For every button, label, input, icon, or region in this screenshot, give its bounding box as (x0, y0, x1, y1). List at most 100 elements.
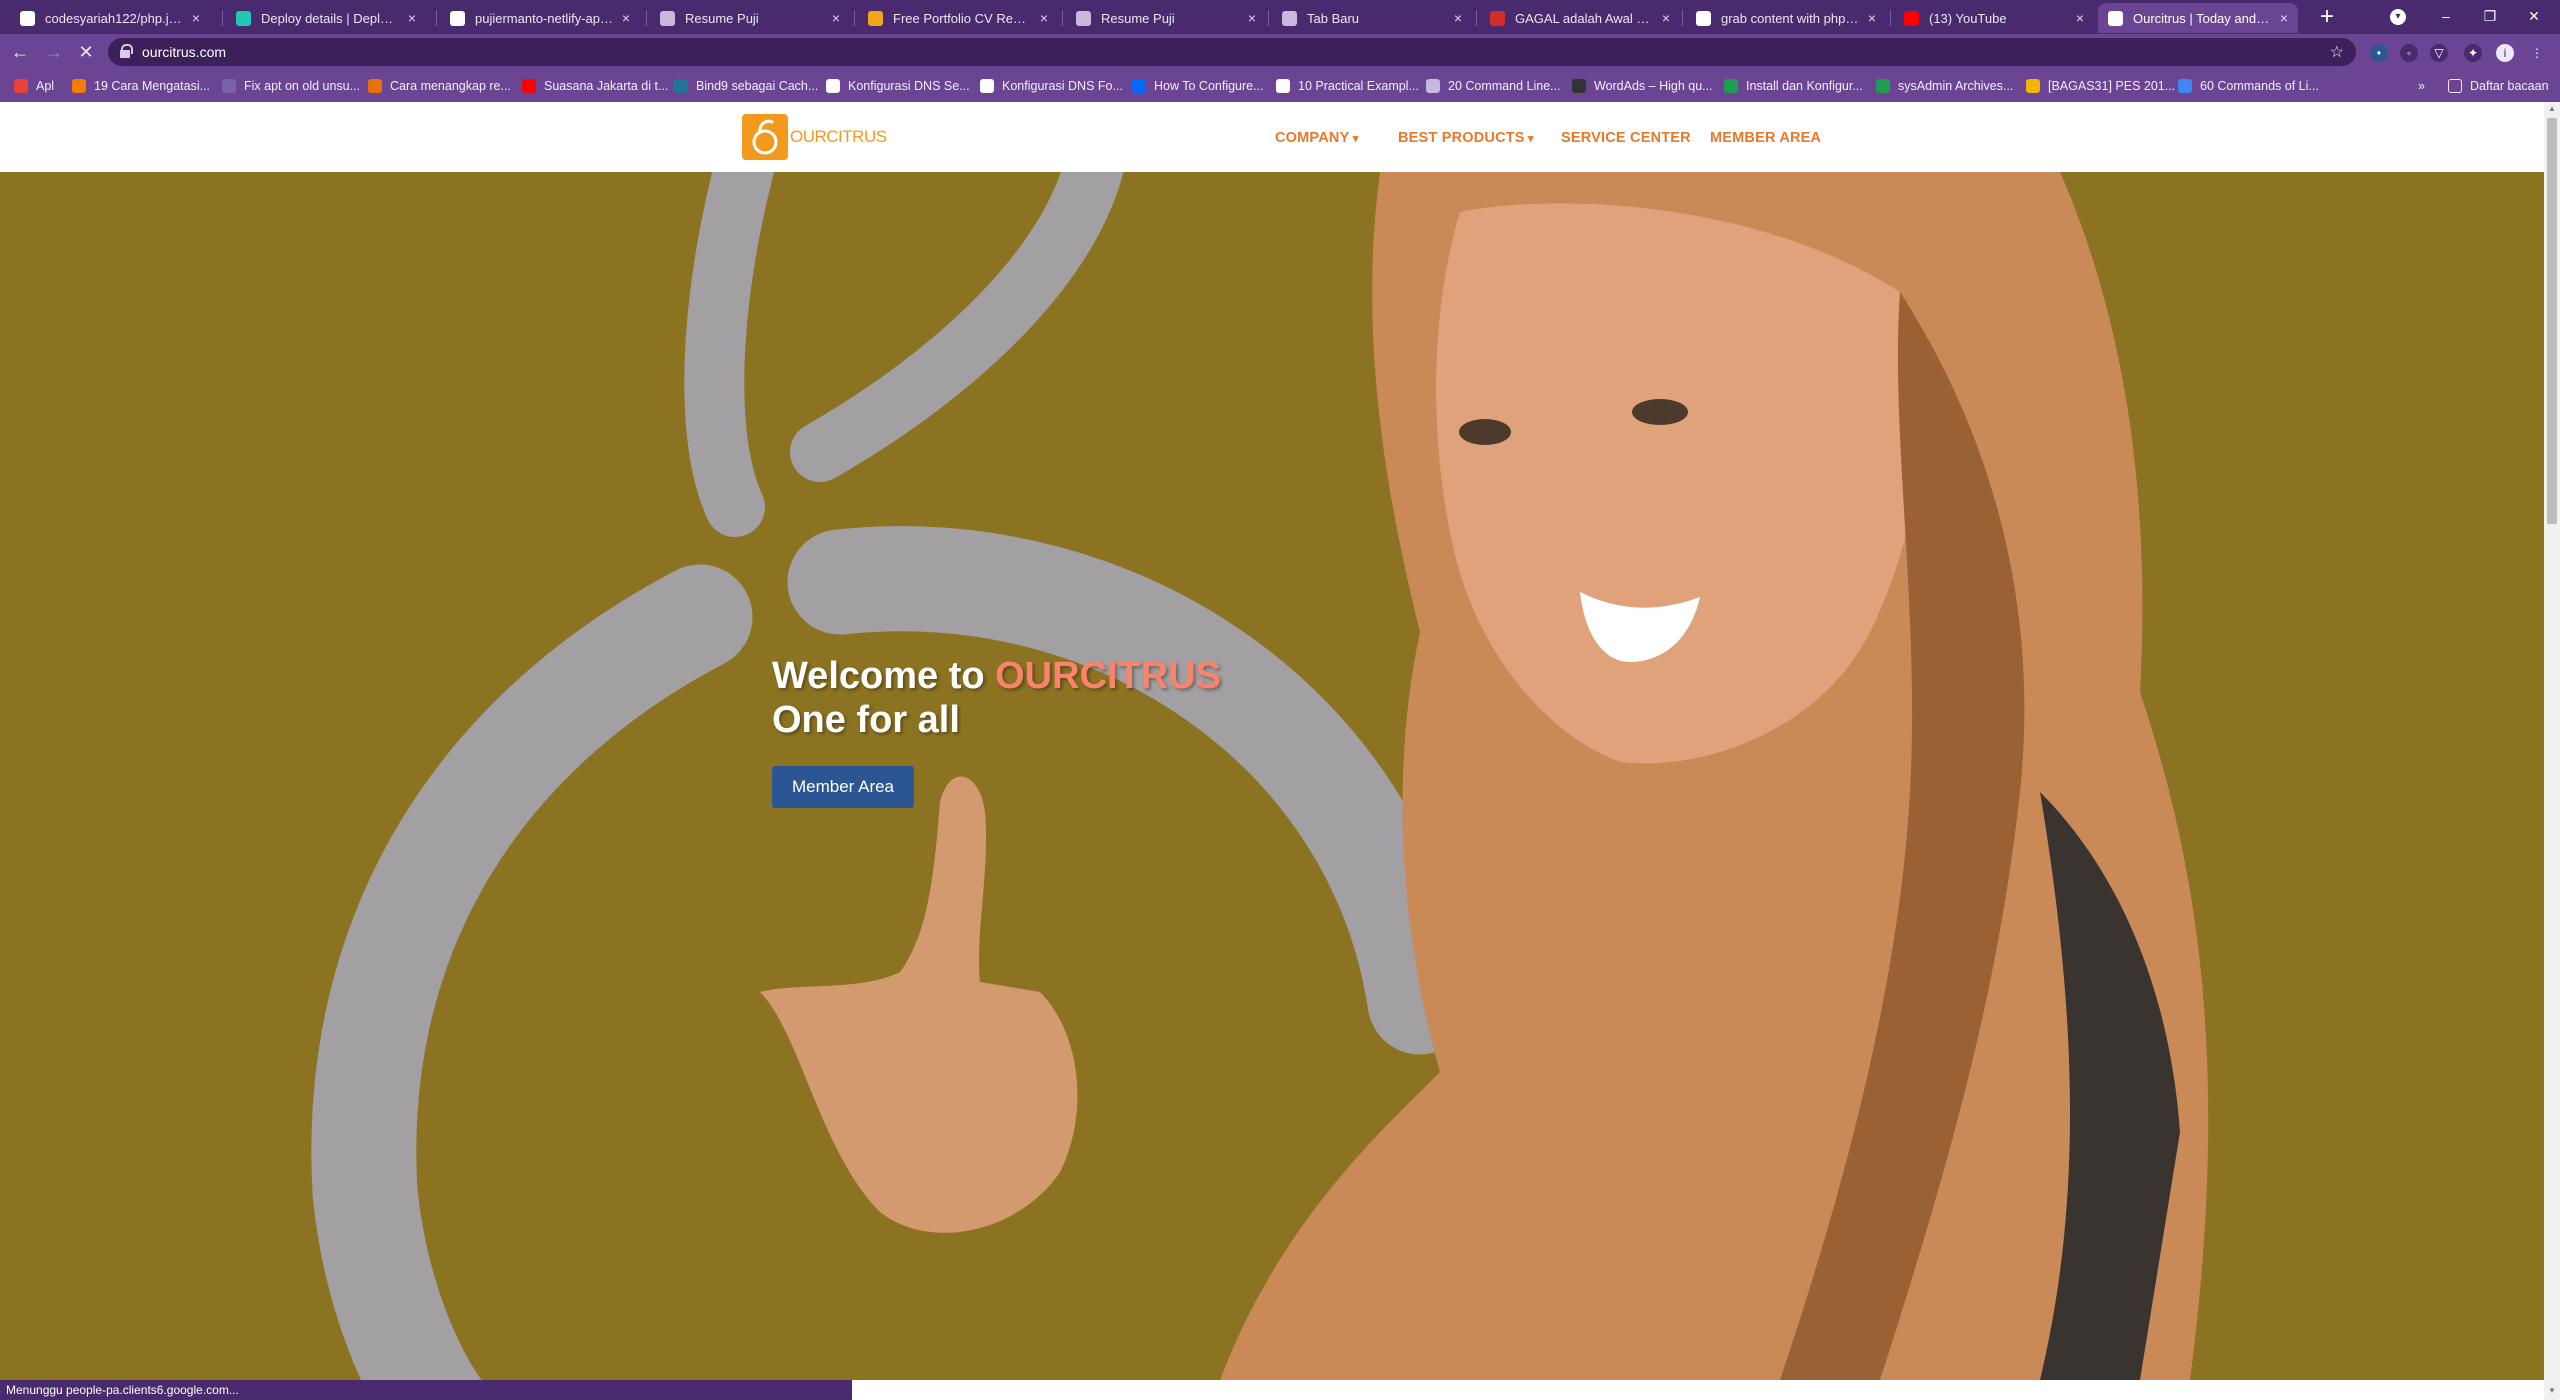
browser-tab[interactable]: Resume Puji × (650, 3, 850, 33)
tab-close-icon[interactable]: × (408, 10, 416, 26)
tab-separator (1062, 10, 1063, 26)
lock-icon[interactable] (120, 44, 133, 58)
tab-close-icon[interactable]: × (622, 10, 630, 26)
extension-icon-2[interactable]: ◦ (2400, 44, 2418, 62)
member-area-button[interactable]: Member Area (772, 766, 914, 808)
tab-title: Resume Puji (1101, 10, 1175, 26)
browser-tab[interactable]: Ourcitrus | Today and Future × (2098, 3, 2298, 33)
minimize-button[interactable]: – (2424, 4, 2468, 28)
tab-close-icon[interactable]: × (1248, 10, 1256, 26)
page-scrollbar[interactable]: ▲ ▼ (2544, 102, 2560, 1400)
bookmark-label: 20 Command Line... (1448, 79, 1561, 93)
window-close-button[interactable]: ✕ (2512, 4, 2556, 28)
tab-favicon-icon (1076, 10, 1091, 26)
url-text[interactable]: ourcitrus.com (142, 44, 226, 60)
bookmark-label: Fix apt on old unsu... (244, 79, 361, 93)
tab-close-icon[interactable]: × (1454, 10, 1462, 26)
bookmark-item[interactable]: Suasana Jakarta di t... (522, 77, 668, 95)
tab-title: codesyariah122/php.jpg at... (45, 10, 184, 26)
bookmark-favicon-icon (2178, 79, 2192, 93)
bookmark-item[interactable]: Konfigurasi DNS Se... (826, 77, 970, 95)
scroll-down-arrow-icon[interactable]: ▼ (2546, 1386, 2558, 1398)
bookmark-label: Apl (36, 79, 55, 93)
bookmark-item[interactable]: How To Configure... (1132, 77, 1264, 95)
bookmark-item[interactable]: Fix apt on old unsu... (222, 77, 360, 95)
extension-icon-1[interactable]: • (2370, 44, 2388, 62)
scrollbar-thumb[interactable] (2547, 118, 2557, 524)
tab-separator (854, 10, 855, 26)
forward-button[interactable]: → (42, 40, 66, 64)
restore-button[interactable]: ❐ (2468, 4, 2512, 28)
bookmark-label: WordAds – High qu... (1594, 79, 1713, 93)
tab-close-icon[interactable]: × (192, 10, 200, 26)
scroll-up-arrow-icon[interactable]: ▲ (2546, 104, 2558, 116)
bookmark-favicon-icon (826, 79, 840, 93)
tab-favicon-icon (1696, 10, 1711, 26)
browser-tab[interactable]: codesyariah122/php.jpg at... × (10, 3, 210, 33)
bookmark-favicon-icon (1724, 79, 1738, 93)
nav-item[interactable]: BEST PRODUCTS ▾ (1398, 130, 1534, 146)
bookmark-item[interactable]: 10 Practical Exampl... (1276, 77, 1419, 95)
bookmark-favicon-icon (222, 79, 236, 93)
profile-avatar-icon[interactable]: i (2496, 44, 2514, 62)
bookmark-label: Suasana Jakarta di t... (544, 79, 669, 93)
extensions-puzzle-icon[interactable]: ✦ (2464, 44, 2482, 62)
bookmark-item[interactable]: Cara menangkap re... (368, 77, 511, 95)
nav-item[interactable]: COMPANY ▾ (1275, 130, 1358, 146)
nav-item-label: SERVICE CENTER (1561, 130, 1691, 146)
browser-tab[interactable]: (13) YouTube × (1894, 3, 2094, 33)
browser-tab[interactable]: Resume Puji × (1066, 3, 1266, 33)
bookmark-label: 60 Commands of Li... (2200, 79, 2319, 93)
browser-tab[interactable]: grab content with php - Pe × (1686, 3, 1886, 33)
extension-icon-3[interactable]: ▽ (2430, 44, 2448, 62)
welcome-prefix: Welcome to (772, 655, 985, 697)
back-button[interactable]: ← (8, 40, 32, 64)
address-bar[interactable]: ourcitrus.com ☆ (108, 38, 2356, 66)
bookmark-favicon-icon (14, 79, 28, 93)
browser-tab[interactable]: pujiermanto-netlify-app – (× (440, 3, 640, 33)
bookmark-favicon-icon (1572, 79, 1586, 93)
bookmark-item[interactable]: 20 Command Line... (1426, 77, 1561, 95)
bookmark-label: sysAdmin Archives... (1898, 79, 2014, 93)
tab-close-icon[interactable]: × (832, 10, 840, 26)
tab-close-icon[interactable]: × (2280, 10, 2288, 26)
bookmark-item[interactable]: [BAGAS31] PES 201... (2026, 77, 2175, 95)
bookmark-item[interactable]: Install dan Konfigur... (1724, 77, 1863, 95)
browser-tab[interactable]: GAGAL adalah Awal sebuah × (1480, 3, 1680, 33)
bookmarks-bar: Apl 19 Cara Mengatasi... Fix apt on old un… (0, 70, 2560, 102)
bookmark-item[interactable]: 19 Cara Mengatasi... (72, 77, 210, 95)
bookmark-item[interactable]: Konfigurasi DNS Fo... (980, 77, 1123, 95)
caret-down-icon: ▾ (1349, 133, 1359, 145)
new-tab-button[interactable]: + (2313, 4, 2341, 32)
bookmark-item[interactable]: Apl (14, 77, 54, 95)
tab-title: GAGAL adalah Awal sebuah (1515, 10, 1654, 26)
bookmark-star-icon[interactable]: ☆ (2330, 42, 2344, 62)
tab-close-icon[interactable]: × (1040, 10, 1048, 26)
bookmark-item[interactable]: 60 Commands of Li... (2178, 77, 2319, 95)
bookmark-item[interactable]: WordAds – High qu... (1572, 77, 1713, 95)
nav-item-label: BEST PRODUCTS (1398, 130, 1525, 146)
nav-item[interactable]: SERVICE CENTER (1561, 130, 1691, 146)
profile-icon[interactable]: ▾ (2390, 9, 2406, 25)
tab-title: Resume Puji (685, 10, 759, 26)
browser-tab[interactable]: Tab Baru × (1272, 3, 1472, 33)
browser-tab[interactable]: Deploy details | Deploys × (226, 3, 426, 33)
browser-tab[interactable]: Free Portfolio CV Resume T × (858, 3, 1058, 33)
tab-title: (13) YouTube (1929, 10, 2007, 26)
nav-item[interactable]: MEMBER AREA (1710, 130, 1821, 146)
more-bookmarks-icon[interactable]: » (2418, 77, 2425, 95)
browser-menu-icon[interactable]: ⋮ (2528, 44, 2546, 62)
bookmark-item[interactable]: Bind9 sebagai Cach... (674, 77, 818, 95)
tab-favicon-icon (660, 10, 675, 26)
stop-loading-button[interactable]: ✕ (74, 40, 98, 64)
reading-list-button[interactable]: Daftar bacaan (2448, 77, 2549, 95)
bookmark-label: Cara menangkap re... (390, 79, 511, 93)
tab-close-icon[interactable]: × (1662, 10, 1670, 26)
bookmark-item[interactable]: sysAdmin Archives... (1876, 77, 2013, 95)
ourcitrus-logo-icon[interactable] (742, 114, 788, 160)
tab-close-icon[interactable]: × (1868, 10, 1876, 26)
logo-text[interactable]: OURCITRUS (790, 127, 887, 147)
tab-title: Tab Baru (1307, 10, 1360, 26)
tab-close-icon[interactable]: × (2076, 10, 2084, 26)
bookmark-favicon-icon (2026, 79, 2040, 93)
